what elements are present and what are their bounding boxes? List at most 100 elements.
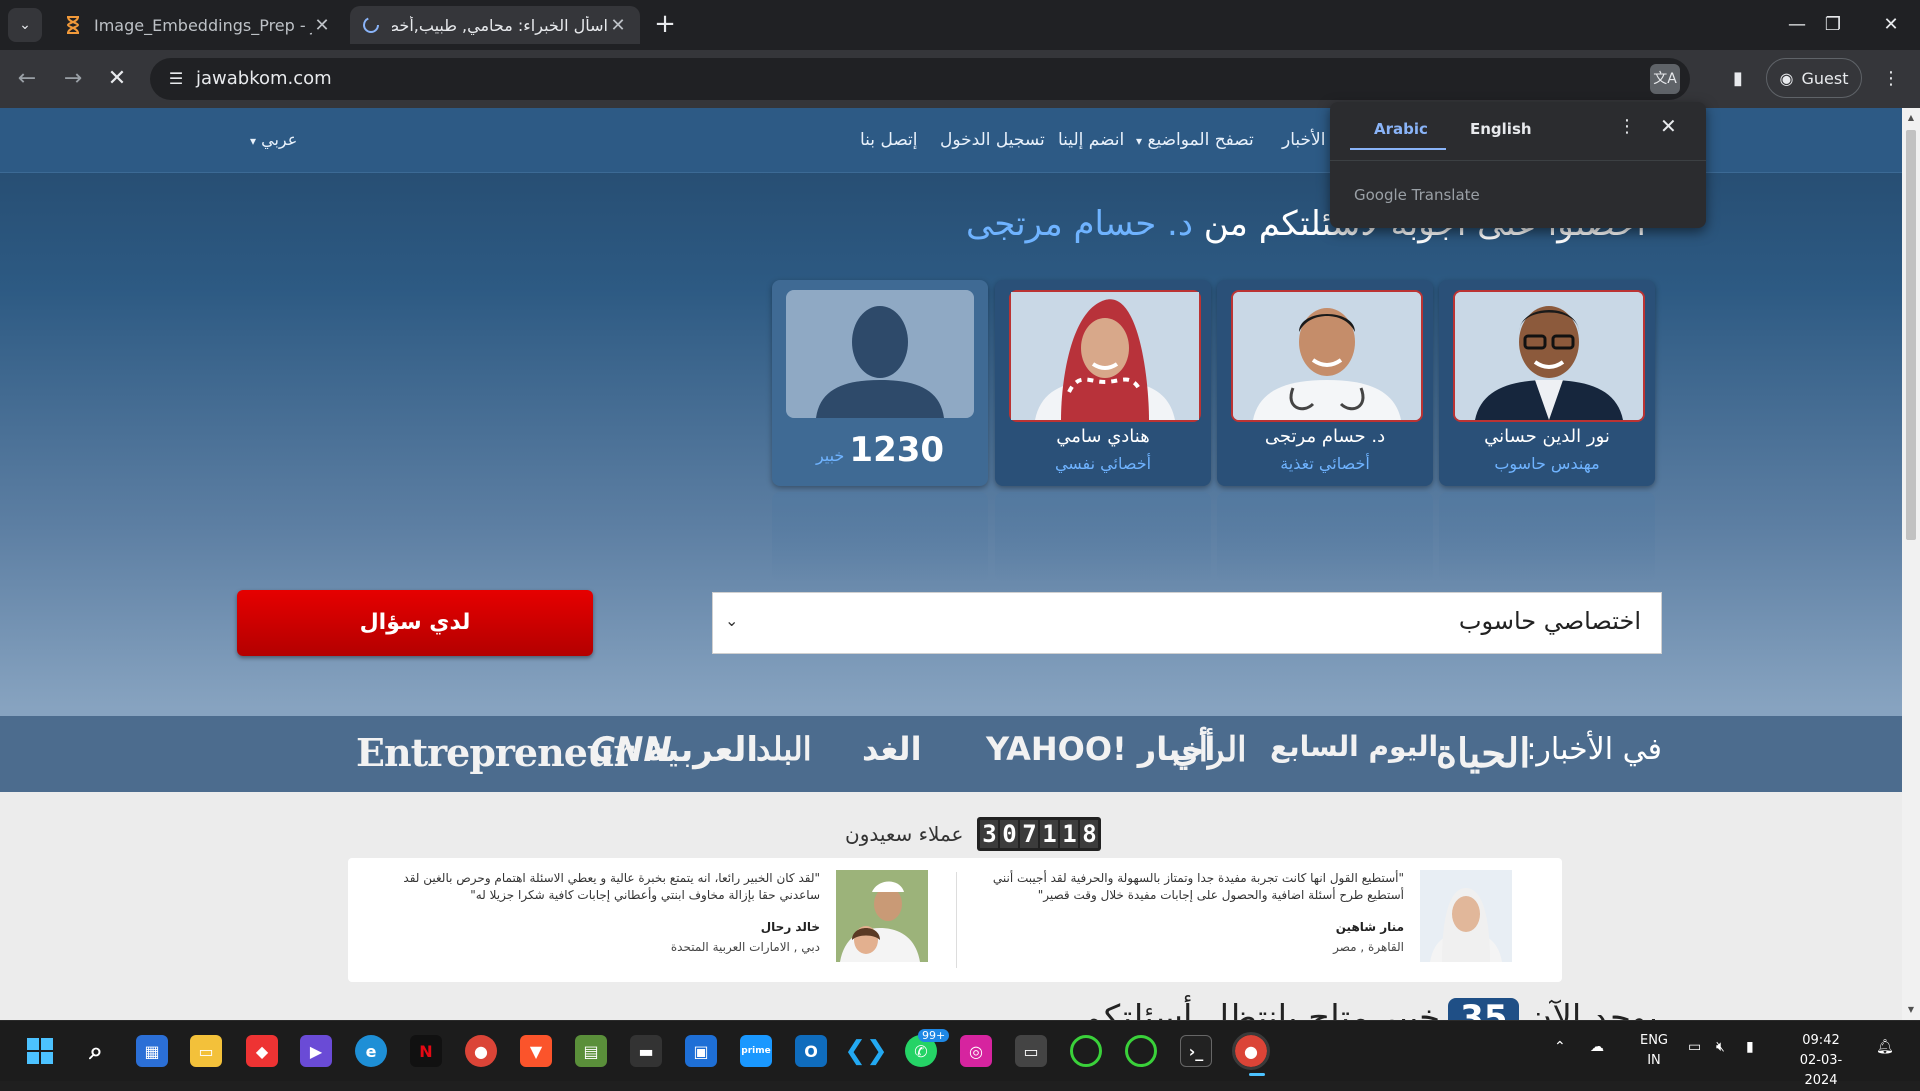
logo-yahoo-maktoob: YAHOO! أخبار bbox=[986, 730, 1216, 768]
scroll-up-arrow[interactable]: ▲ bbox=[1902, 110, 1920, 126]
expert-role: أخصائي نفسي bbox=[1054, 454, 1152, 473]
terminal-icon[interactable]: ›_ bbox=[1180, 1035, 1212, 1067]
counter-digit: 8 bbox=[1080, 820, 1099, 848]
language-selector[interactable]: ▾ عربي bbox=[250, 130, 297, 149]
prime-video-icon[interactable]: prime bbox=[740, 1035, 772, 1067]
cloud-icon[interactable]: ☁ bbox=[1590, 1039, 1604, 1055]
edge-icon[interactable]: e bbox=[355, 1035, 387, 1067]
counter-digit: 1 bbox=[1060, 820, 1079, 848]
caret-down-icon: ▾ bbox=[1136, 134, 1143, 148]
address-bar[interactable]: ☰ jawabkom.com 文A bbox=[150, 58, 1690, 100]
app-icon-purple[interactable]: ▶ bbox=[300, 1035, 332, 1067]
expert-photo bbox=[1453, 290, 1645, 422]
expert-card[interactable]: هنادي سامي أخصائي نفسي bbox=[995, 280, 1211, 582]
app-icon-red[interactable]: ◆ bbox=[246, 1035, 278, 1067]
chrome-icon[interactable]: ● bbox=[1232, 1032, 1270, 1070]
testimonial-name: خالد رحال bbox=[760, 920, 820, 934]
scroll-down-arrow[interactable]: ▼ bbox=[1902, 1002, 1920, 1018]
vscode-icon[interactable]: ❮❯ bbox=[844, 1035, 888, 1067]
windows-start-icon[interactable] bbox=[24, 1035, 56, 1067]
side-panel-icon[interactable]: ▮ bbox=[1722, 62, 1754, 96]
system-clock[interactable]: 09:42 02-03-2024 bbox=[1786, 1031, 1856, 1091]
account-icon: ◉ bbox=[1779, 68, 1794, 88]
translate-target-tab[interactable]: English bbox=[1470, 120, 1532, 138]
translate-icon[interactable]: 文A bbox=[1650, 64, 1680, 94]
app-icon-blue[interactable]: ▣ bbox=[685, 1035, 717, 1067]
news-label: في الأخبار: bbox=[1526, 732, 1662, 767]
tab-search-button[interactable]: ⌄ bbox=[8, 8, 42, 42]
nav-news[interactable]: الأخبار bbox=[1282, 130, 1325, 150]
battery-icon[interactable]: ▮ bbox=[1746, 1039, 1754, 1055]
counter-digit: 0 bbox=[1000, 820, 1019, 848]
nav-contact[interactable]: إتصل بنا bbox=[860, 130, 918, 150]
more-options-icon[interactable]: ⋮ bbox=[1618, 116, 1636, 137]
app-icon-gray[interactable]: ▭ bbox=[1015, 1035, 1047, 1067]
forward-button[interactable]: → bbox=[56, 62, 90, 96]
notification-bell-icon[interactable]: 🔔︎ bbox=[1876, 1039, 1894, 1055]
translate-popup: Arabic English ⋮ ✕ Google Translate bbox=[1330, 102, 1706, 228]
new-tab-button[interactable]: + bbox=[650, 10, 680, 40]
tab-title: Image_Embeddings_Prep - Jupy bbox=[94, 15, 312, 35]
counter-label: عملاء سعيدون bbox=[845, 822, 964, 846]
tab-jupyter[interactable]: Image_Embeddings_Prep - Jupy ✕ bbox=[52, 6, 344, 44]
windows-taskbar: ⌕ ▦ ▭ ◆ ▶ e N ● ▼ ▤ ▬ ▣ prime O ❮❯ ✆ 99+… bbox=[0, 1020, 1920, 1088]
expert-name: نور الدين حساني bbox=[1484, 426, 1610, 447]
ask-question-button[interactable]: لدي سؤال bbox=[237, 590, 593, 656]
tab-strip: ⌄ Image_Embeddings_Prep - Jupy ✕ اسأل ال… bbox=[0, 0, 1920, 50]
nav-join-us[interactable]: انضم إلينا bbox=[1058, 130, 1124, 150]
terminal-icon[interactable]: ▬ bbox=[630, 1035, 662, 1067]
testimonial-photo bbox=[1420, 870, 1512, 962]
close-window-button[interactable]: ✕ bbox=[1866, 8, 1916, 42]
close-tab-icon[interactable]: ✕ bbox=[312, 15, 332, 36]
expert-card[interactable]: نور الدين حساني مهندس حاسوب bbox=[1439, 280, 1655, 582]
brave-icon[interactable]: ▼ bbox=[520, 1035, 552, 1067]
file-explorer-icon[interactable]: ▭ bbox=[190, 1035, 222, 1067]
nav-login[interactable]: تسجيل الدخول bbox=[940, 130, 1045, 150]
guest-label: Guest bbox=[1801, 68, 1849, 88]
tab-jawabkom[interactable]: اسأل الخبراء: محامي, طبيب,أخصائ ✕ bbox=[350, 6, 640, 44]
notification-badge: 99+ bbox=[918, 1029, 950, 1042]
menu-icon[interactable]: ⋮ bbox=[1876, 62, 1906, 96]
netflix-icon[interactable]: N bbox=[410, 1035, 442, 1067]
page-scrollbar[interactable]: ▲ ▼ bbox=[1902, 108, 1920, 1020]
search-icon[interactable]: ⌕ bbox=[80, 1035, 112, 1067]
expert-count-card[interactable]: 1230 خبير bbox=[772, 280, 988, 582]
testimonial-photo bbox=[836, 870, 928, 962]
counter-digits: 3 0 7 1 1 8 bbox=[977, 817, 1102, 851]
card-reflection bbox=[1439, 492, 1655, 582]
instagram-icon[interactable]: ◎ bbox=[960, 1035, 992, 1067]
url-text: jawabkom.com bbox=[196, 68, 332, 89]
outlook-icon[interactable]: O bbox=[795, 1035, 827, 1067]
expert-name: هنادي سامي bbox=[1056, 426, 1150, 447]
scroll-thumb[interactable] bbox=[1906, 130, 1916, 540]
close-tab-icon[interactable]: ✕ bbox=[608, 15, 628, 36]
nav-browse-topics[interactable]: ▾ تصفح المواضيع bbox=[1136, 130, 1254, 150]
app-icon-ring[interactable] bbox=[1125, 1035, 1157, 1067]
app-icon-green[interactable]: ▤ bbox=[575, 1035, 607, 1067]
input-language-indicator[interactable]: ENG IN bbox=[1636, 1031, 1672, 1071]
back-button[interactable]: ← bbox=[10, 62, 44, 96]
close-icon[interactable]: ✕ bbox=[1660, 114, 1677, 138]
chevron-down-icon: ⌄ bbox=[725, 611, 739, 630]
chrome-icon[interactable]: ● bbox=[465, 1035, 497, 1067]
expert-role: أخصائي تغذية bbox=[1280, 454, 1370, 473]
expert-card[interactable]: د. حسام مرتجى أخصائي تغذية bbox=[1217, 280, 1433, 582]
testimonials-box: "أستطيع القول انها كانت تجربة مفيدة جدا … bbox=[348, 858, 1562, 982]
profile-button[interactable]: ◉ Guest bbox=[1766, 58, 1862, 98]
speaker-muted-icon[interactable]: 🔇︎ bbox=[1716, 1039, 1725, 1055]
active-app-indicator bbox=[1249, 1073, 1265, 1076]
stop-loading-button[interactable]: ✕ bbox=[100, 62, 134, 96]
store-icon[interactable]: ▦ bbox=[136, 1035, 168, 1067]
expert-photo bbox=[1231, 290, 1423, 422]
topic-select[interactable]: اختصاصي حاسوب ⌄ bbox=[712, 592, 1662, 654]
app-icon-ring[interactable] bbox=[1070, 1035, 1102, 1067]
testimonial-location: القاهرة , مصر bbox=[1333, 940, 1404, 954]
network-icon[interactable]: ▭ bbox=[1688, 1039, 1701, 1055]
counter-digit: 7 bbox=[1020, 820, 1039, 848]
translate-source-tab[interactable]: Arabic bbox=[1374, 120, 1428, 138]
chevron-up-icon[interactable]: ⌃ bbox=[1554, 1039, 1566, 1055]
silhouette-icon bbox=[786, 290, 974, 418]
site-info-icon[interactable]: ☰ bbox=[164, 67, 188, 91]
topic-select-value: اختصاصي حاسوب bbox=[1458, 607, 1641, 635]
restore-button[interactable]: ❐ bbox=[1808, 8, 1858, 42]
